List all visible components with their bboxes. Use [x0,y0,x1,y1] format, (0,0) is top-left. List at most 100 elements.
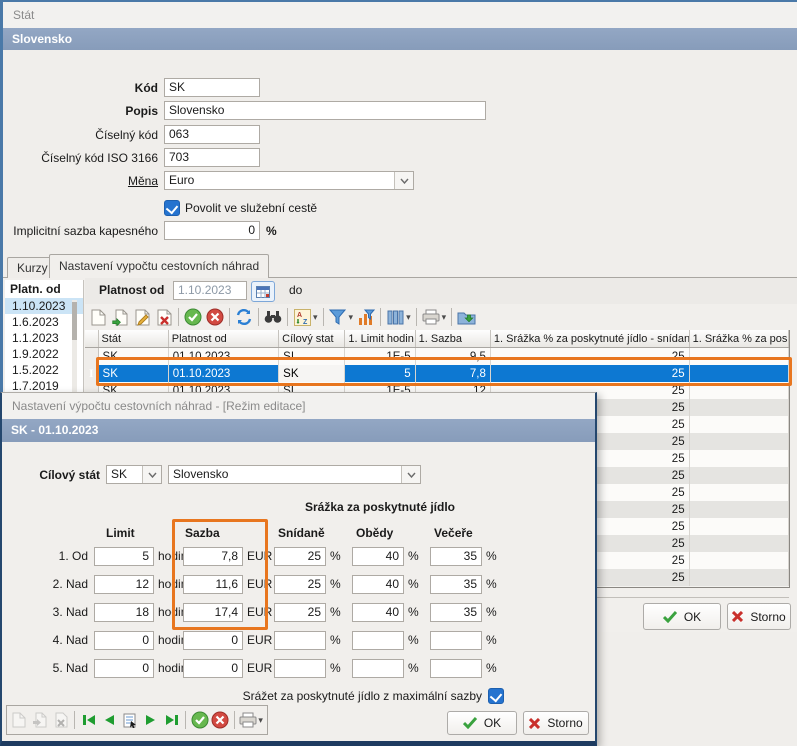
grid-column-header[interactable]: Cílový stat [279,330,345,348]
snidane-input[interactable]: 25 [274,575,326,594]
sort-dropdown-caret[interactable]: ▾ [313,312,318,323]
first-record-icon[interactable] [78,709,99,731]
dialog-record-header: SK - 01.10.2023 [2,419,595,442]
delete-record-icon[interactable] [51,709,72,731]
list-scrollbar[interactable] [72,300,77,400]
next-record-icon[interactable] [141,709,162,731]
new-record-icon[interactable] [9,709,30,731]
record-list-icon[interactable] [120,709,141,731]
filter-analysis-icon[interactable] [355,306,377,328]
grid-column-header[interactable]: 1. Srážka % za poskytnuté jídlo - snídan… [490,330,689,348]
limit-input[interactable]: 5 [94,547,154,566]
platnost-od-field[interactable]: 1.10.2023 [173,281,237,300]
grid-column-header[interactable]: Stát [98,330,168,348]
filter-dropdown-caret[interactable]: ▾ [349,312,354,323]
snidane-input[interactable] [274,659,326,678]
iso-kod-input[interactable]: 703 [164,148,260,167]
vecere-input[interactable]: 35 [430,603,482,622]
cancel-icon[interactable] [210,709,231,731]
storno-button[interactable]: Storno [727,603,791,630]
ok-button[interactable]: OK [643,603,721,630]
povolit-checkbox[interactable] [164,200,180,216]
toolbar-separator [185,711,186,729]
last-record-icon[interactable] [161,709,182,731]
limit-input[interactable]: 18 [94,603,154,622]
platnost-od-value[interactable]: 1.10.2023 [173,281,247,300]
obedy-input[interactable] [352,631,404,650]
obedy-input[interactable]: 40 [352,575,404,594]
table-cell [689,552,788,569]
sazba-input[interactable]: 0 [183,631,243,650]
chevron-down-icon[interactable] [401,466,420,483]
popis-input[interactable]: Slovensko [164,101,486,120]
snidane-input[interactable]: 25 [274,603,326,622]
limit-input[interactable]: 0 [94,631,154,650]
delete-record-icon[interactable] [153,306,175,328]
new-record-icon[interactable] [87,306,109,328]
table-row[interactable]: SK01.10.2023SI1E-59,525 [85,348,789,366]
obedy-input[interactable] [352,659,404,678]
print-icon[interactable] [238,709,259,731]
copy-record-icon[interactable] [30,709,51,731]
sazba-input[interactable]: 17,4 [183,603,243,622]
confirm-icon[interactable] [189,709,210,731]
print-icon[interactable] [420,306,442,328]
snidane-input[interactable] [274,631,326,650]
grid-column-header[interactable]: 1. Srážka % za pos [689,330,788,348]
cilovy-stat-name-value: Slovensko [173,467,228,481]
popis-label: Popis [0,104,158,118]
grid-column-header[interactable] [85,330,98,348]
edit-record-icon[interactable] [131,306,153,328]
limit-input[interactable]: 12 [94,575,154,594]
ciselny-kod-input[interactable]: 063 [164,125,260,144]
vecere-input[interactable]: 35 [430,547,482,566]
columns-icon[interactable] [384,306,406,328]
columns-dropdown-caret[interactable]: ▾ [406,312,411,323]
dialog-ok-button[interactable]: OK [447,711,517,735]
vecere-input[interactable]: 35 [430,575,482,594]
kod-input[interactable]: SK [164,78,260,97]
cancel-icon[interactable] [204,306,226,328]
toolbar-separator [229,308,230,326]
previous-record-icon[interactable] [99,709,120,731]
obedy-input[interactable]: 40 [352,603,404,622]
export-icon[interactable] [455,306,477,328]
cilovy-stat-code-select[interactable]: SK [106,465,162,484]
dialog-ok-label: OK [484,716,501,730]
print-dropdown-caret[interactable]: ▾ [442,312,447,323]
refresh-icon[interactable] [233,306,255,328]
search-binoculars-icon[interactable] [262,306,284,328]
dialog-storno-button[interactable]: Storno [523,711,589,735]
filter-icon[interactable] [327,306,349,328]
limit-input[interactable]: 0 [94,659,154,678]
percent-suffix: % [330,577,341,591]
grid-column-header[interactable]: 1. Limit hodin [345,330,415,348]
grid-column-header[interactable]: 1. Sazba [415,330,490,348]
table-cell [689,399,788,416]
ciselny-kod-label: Číselný kód [0,128,158,142]
filter-row: Platnost od 1.10.2023 do [85,278,797,304]
vecere-input[interactable] [430,659,482,678]
calendar-button[interactable] [251,281,275,302]
sazba-input[interactable]: 0 [183,659,243,678]
copy-record-icon[interactable] [109,306,131,328]
chevron-down-icon[interactable] [394,172,413,189]
obedy-input[interactable]: 40 [352,547,404,566]
confirm-icon[interactable] [182,306,204,328]
kapesne-input[interactable]: 0 [164,221,260,240]
sazba-input[interactable]: 7,8 [183,547,243,566]
cilovy-stat-name-select[interactable]: Slovensko [168,465,421,484]
table-cell: 5 [345,365,415,382]
print-dropdown-caret[interactable]: ▾ [258,715,263,726]
chevron-down-icon[interactable] [142,466,161,483]
list-scrollbar-thumb[interactable] [72,302,77,340]
grid-column-header[interactable]: Platnost od [168,330,278,348]
srazet-checkbox[interactable] [488,688,504,704]
tab-nastaveni-nahrad[interactable]: Nastavení vypočtu cestovních náhrad [49,254,269,278]
table-row[interactable]: ISK01.10.2023SK57,825 [85,365,789,382]
vecere-input[interactable] [430,631,482,650]
mena-select[interactable]: Euro [164,171,414,190]
sort-az-icon[interactable]: AZ [291,306,313,328]
sazba-input[interactable]: 11,6 [183,575,243,594]
snidane-input[interactable]: 25 [274,547,326,566]
